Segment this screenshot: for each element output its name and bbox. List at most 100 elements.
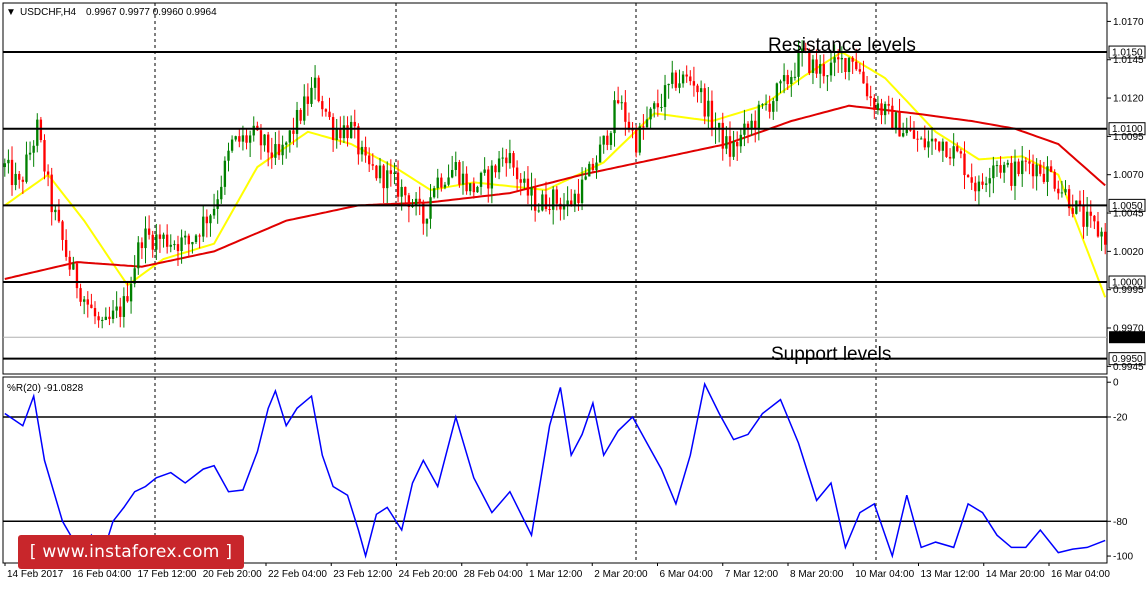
candle-body	[959, 151, 963, 154]
candle-body	[750, 120, 753, 129]
candle-body	[140, 242, 144, 249]
candle-body	[523, 178, 526, 183]
candle-body	[205, 216, 209, 224]
candle-body	[306, 96, 310, 104]
candle-body	[46, 171, 50, 175]
candle-body	[1104, 231, 1107, 245]
candle-body	[790, 77, 793, 85]
candle-body	[371, 164, 374, 166]
candle-body	[497, 158, 501, 173]
candle-body	[815, 59, 818, 74]
candle-body	[375, 165, 378, 179]
candle-body	[1042, 173, 1046, 182]
candle-body	[295, 109, 299, 134]
candle-body	[833, 57, 836, 63]
candle-body	[620, 102, 623, 104]
candle-body	[382, 165, 385, 189]
candle-body	[956, 146, 959, 152]
time-tick-label: 6 Mar 04:00	[660, 569, 714, 580]
williams-tick-label: -80	[1113, 517, 1128, 528]
ohlc-readout: 0.9967 0.9977 0.9960 0.9964	[86, 7, 217, 18]
candle-body	[840, 57, 843, 60]
candle-body	[129, 283, 133, 302]
candle-body	[191, 242, 194, 245]
candle-body	[1060, 192, 1064, 194]
candle-body	[353, 121, 356, 127]
dropdown-arrow-icon[interactable]: ▼	[6, 7, 16, 18]
candle-body	[386, 170, 389, 189]
candle-body	[202, 216, 205, 237]
candle-body	[645, 119, 649, 128]
candle-body	[624, 102, 627, 122]
candle-body	[916, 138, 919, 140]
candle-body	[981, 181, 984, 185]
candle-body	[512, 153, 515, 168]
candle-body	[339, 128, 342, 139]
candle-body	[147, 228, 151, 235]
candle-body	[3, 163, 6, 168]
time-tick-label: 7 Mar 12:00	[725, 569, 779, 580]
candle-body	[920, 138, 923, 140]
candle-body	[43, 140, 46, 172]
price-tick-label: 1.0095	[1113, 132, 1144, 143]
candle-body	[169, 244, 172, 247]
candle-body	[609, 133, 613, 145]
candle-body	[429, 197, 432, 219]
candle-body	[122, 296, 126, 317]
williams-tick-label: 0	[1113, 378, 1119, 389]
candle-body	[97, 316, 100, 321]
price-tick-label: 0.9945	[1113, 362, 1144, 373]
candle-body	[642, 126, 645, 128]
candle-body	[483, 169, 486, 173]
candle-body	[1010, 162, 1013, 186]
candle-body	[83, 299, 86, 302]
candle-body	[526, 178, 530, 196]
candle-body	[303, 96, 306, 121]
price-tick-label: 1.0070	[1113, 170, 1144, 181]
candle-body	[598, 144, 602, 163]
candle-body	[894, 112, 898, 130]
candle-body	[223, 160, 227, 187]
candle-body	[876, 103, 880, 110]
candle-body	[653, 103, 656, 109]
candle-body	[28, 152, 32, 155]
candle-body	[678, 83, 681, 88]
candle-body	[1039, 164, 1042, 174]
candle-body	[324, 109, 328, 112]
candle-body	[198, 235, 201, 237]
candle-body	[1046, 166, 1049, 182]
candle-body	[746, 123, 750, 129]
time-tick-label: 13 Mar 12:00	[921, 569, 980, 580]
price-chart[interactable]: 1.01501.01001.00501.00000.99500.9964 1.0…	[0, 0, 1147, 585]
candle-body	[793, 76, 797, 78]
candle-body	[721, 122, 724, 149]
candle-body	[447, 177, 450, 185]
candle-body	[404, 186, 407, 196]
candle-body	[508, 153, 512, 164]
candle-body	[212, 208, 216, 216]
candle-body	[999, 165, 1002, 173]
slow-moving-average-line	[4, 104, 1106, 280]
candle-body	[216, 199, 219, 209]
candle-body	[1093, 215, 1096, 222]
candle-body	[635, 129, 638, 153]
candle-body	[176, 244, 180, 252]
candle-body	[68, 256, 71, 270]
candle-body	[1017, 161, 1020, 175]
candle-body	[227, 150, 230, 161]
candle-body	[1053, 171, 1056, 189]
candle-body	[155, 234, 158, 250]
time-tick-label: 22 Feb 04:00	[268, 569, 327, 580]
candle-body	[930, 138, 934, 142]
candle-body	[544, 194, 548, 210]
candle-body	[72, 263, 75, 270]
candle-body	[505, 157, 508, 164]
candle-body	[988, 178, 991, 184]
candle-body	[144, 228, 147, 249]
candle-body	[707, 100, 710, 117]
candle-body	[368, 155, 371, 165]
candle-body	[162, 234, 165, 239]
candle-body	[663, 85, 667, 108]
time-tick-label: 10 Mar 04:00	[855, 569, 914, 580]
candle-body	[552, 189, 555, 210]
